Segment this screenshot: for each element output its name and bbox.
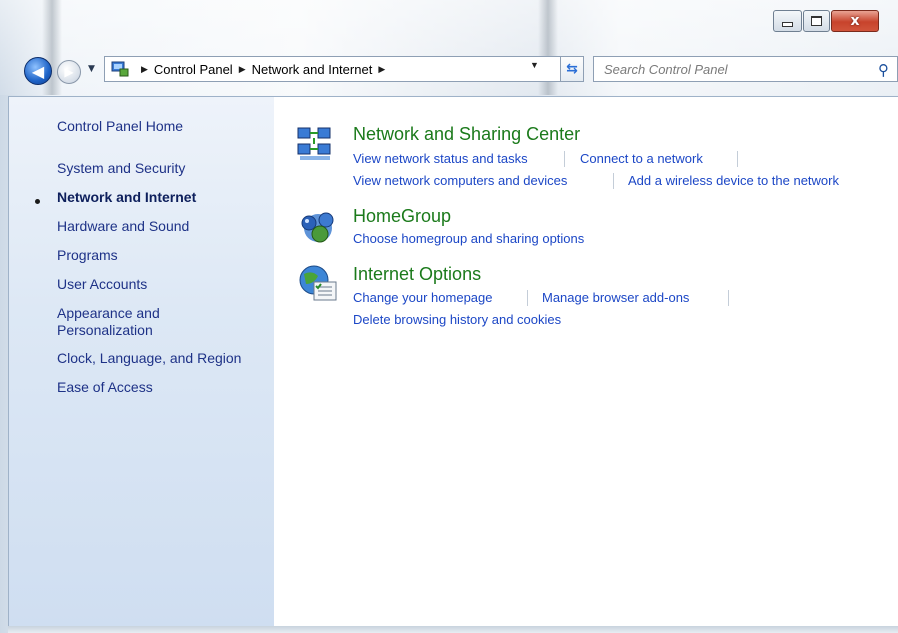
link-separator [613,173,614,189]
refresh-icon: ⇆ [566,61,578,77]
maximize-button[interactable] [803,10,830,32]
breadcrumb-separator-icon[interactable]: ▶ [378,64,385,75]
search-input[interactable] [602,60,856,78]
sidebar-item-label: Appearance and [57,305,160,321]
sidebar-item-hardware-and-sound[interactable]: Hardware and Sound [57,218,189,235]
window-bottom-border [8,626,898,633]
category-title-homegroup[interactable]: HomeGroup [353,206,451,227]
link-separator [527,290,528,306]
forward-arrow-icon: ▶ [64,65,74,79]
back-button[interactable]: ◀ [24,57,52,85]
sidebar-item-network-and-internet: Network and Internet [57,189,197,205]
sidebar-item-clock-language-region[interactable]: Clock, Language, and Region [57,350,241,367]
breadcrumb-separator-icon[interactable]: ▶ [239,64,246,75]
back-arrow-icon: ◀ [31,61,45,81]
sidebar-item-user-accounts[interactable]: User Accounts [57,276,147,293]
task-link-add-wireless-device[interactable]: Add a wireless device to the network [628,173,839,188]
sidebar-item-control-panel-home[interactable]: Control Panel Home [57,118,183,135]
recent-pages-dropdown[interactable]: ▼ [88,64,95,74]
close-icon: x [850,13,860,29]
internet-options-icon[interactable] [296,264,340,304]
homegroup-icon[interactable] [296,206,340,246]
breadcrumb-control-panel[interactable]: Control Panel [154,62,233,77]
search-icon[interactable]: ⚲ [878,61,889,79]
search-box[interactable]: ⚲ [593,56,898,82]
task-link-manage-add-ons[interactable]: Manage browser add-ons [542,290,689,305]
breadcrumb-separator-icon[interactable]: ▶ [141,64,148,75]
link-separator [564,151,565,167]
link-separator [728,290,729,306]
close-button[interactable]: x [831,10,879,32]
sidebar-item-appearance-and-personalization[interactable]: Appearance and Personalization [57,305,160,339]
breadcrumb-network-and-internet[interactable]: Network and Internet [252,62,373,77]
task-link-view-network-status[interactable]: View network status and tasks [353,151,528,166]
task-link-view-network-computers[interactable]: View network computers and devices [353,173,567,188]
forward-button[interactable]: ▶ [57,60,81,84]
address-history-dropdown[interactable]: ▼ [530,60,539,70]
chevron-down-icon: ▼ [88,64,95,74]
sidebar-item-ease-of-access[interactable]: Ease of Access [57,379,153,396]
address-bar[interactable]: ▶ Control Panel ▶ Network and Internet ▶… [104,56,584,82]
minimize-button[interactable] [773,10,802,32]
task-link-change-homepage[interactable]: Change your homepage [353,290,493,305]
sidebar-item-programs[interactable]: Programs [57,247,118,264]
category-title-network-sharing-center[interactable]: Network and Sharing Center [353,124,580,145]
current-section-bullet [35,199,40,204]
maximize-icon [811,16,822,26]
caption-buttons: x [773,10,880,32]
task-link-choose-homegroup-options[interactable]: Choose homegroup and sharing options [353,231,584,246]
task-link-delete-browsing-history[interactable]: Delete browsing history and cookies [353,312,561,327]
control-panel-icon [111,61,129,77]
task-link-connect-to-network[interactable]: Connect to a network [580,151,703,166]
minimize-icon [782,21,793,27]
category-title-internet-options[interactable]: Internet Options [353,264,481,285]
chevron-down-icon: ▼ [530,60,539,70]
sidebar-item-system-and-security[interactable]: System and Security [57,160,185,177]
sidebar-item-label: Personalization [57,322,153,338]
link-separator [737,151,738,167]
network-sharing-icon[interactable] [296,126,340,166]
refresh-button[interactable]: ⇆ [560,56,584,82]
